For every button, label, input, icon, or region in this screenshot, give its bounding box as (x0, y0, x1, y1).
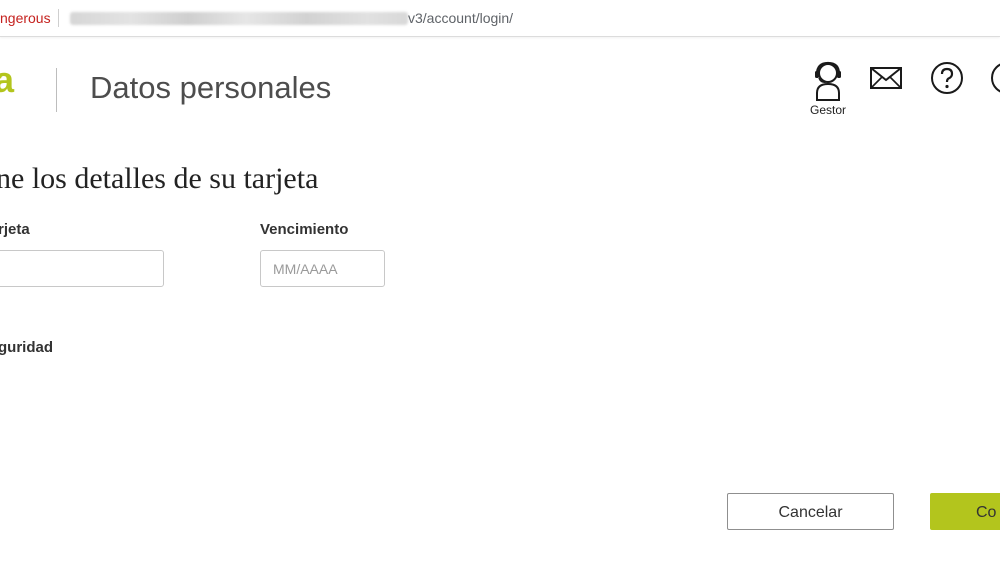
security-status[interactable]: ngerous (0, 10, 51, 26)
mail-button[interactable] (869, 64, 903, 92)
url-path[interactable]: v3/account/login/ (408, 10, 513, 26)
brand-logo[interactable]: a (0, 62, 14, 98)
security-code-label: guridad (0, 339, 53, 356)
help-button[interactable] (930, 61, 964, 95)
page-title: Datos personales (90, 70, 332, 105)
gestor-button[interactable]: Gestor (806, 60, 850, 120)
power-button[interactable] (990, 61, 1000, 95)
mail-icon (870, 67, 902, 89)
card-number-label: rjeta (0, 221, 30, 238)
url-redacted (70, 12, 408, 25)
help-icon (931, 62, 963, 94)
card-number-input[interactable] (0, 250, 164, 287)
page: ngerous v3/account/login/ a Datos person… (0, 0, 1000, 567)
address-bar[interactable]: ngerous v3/account/login/ (0, 0, 1000, 37)
headset-user-icon (815, 61, 841, 101)
gestor-label: Gestor (809, 103, 846, 117)
header-divider (56, 68, 57, 112)
expiry-label: Vencimiento (260, 221, 349, 238)
confirm-button[interactable]: Co (930, 493, 1000, 530)
expiry-input[interactable] (260, 250, 385, 287)
power-icon (991, 63, 1000, 93)
cancel-button[interactable]: Cancelar (727, 493, 894, 530)
address-divider (58, 9, 59, 27)
section-heading: ne los detalles de su tarjeta (0, 162, 319, 195)
